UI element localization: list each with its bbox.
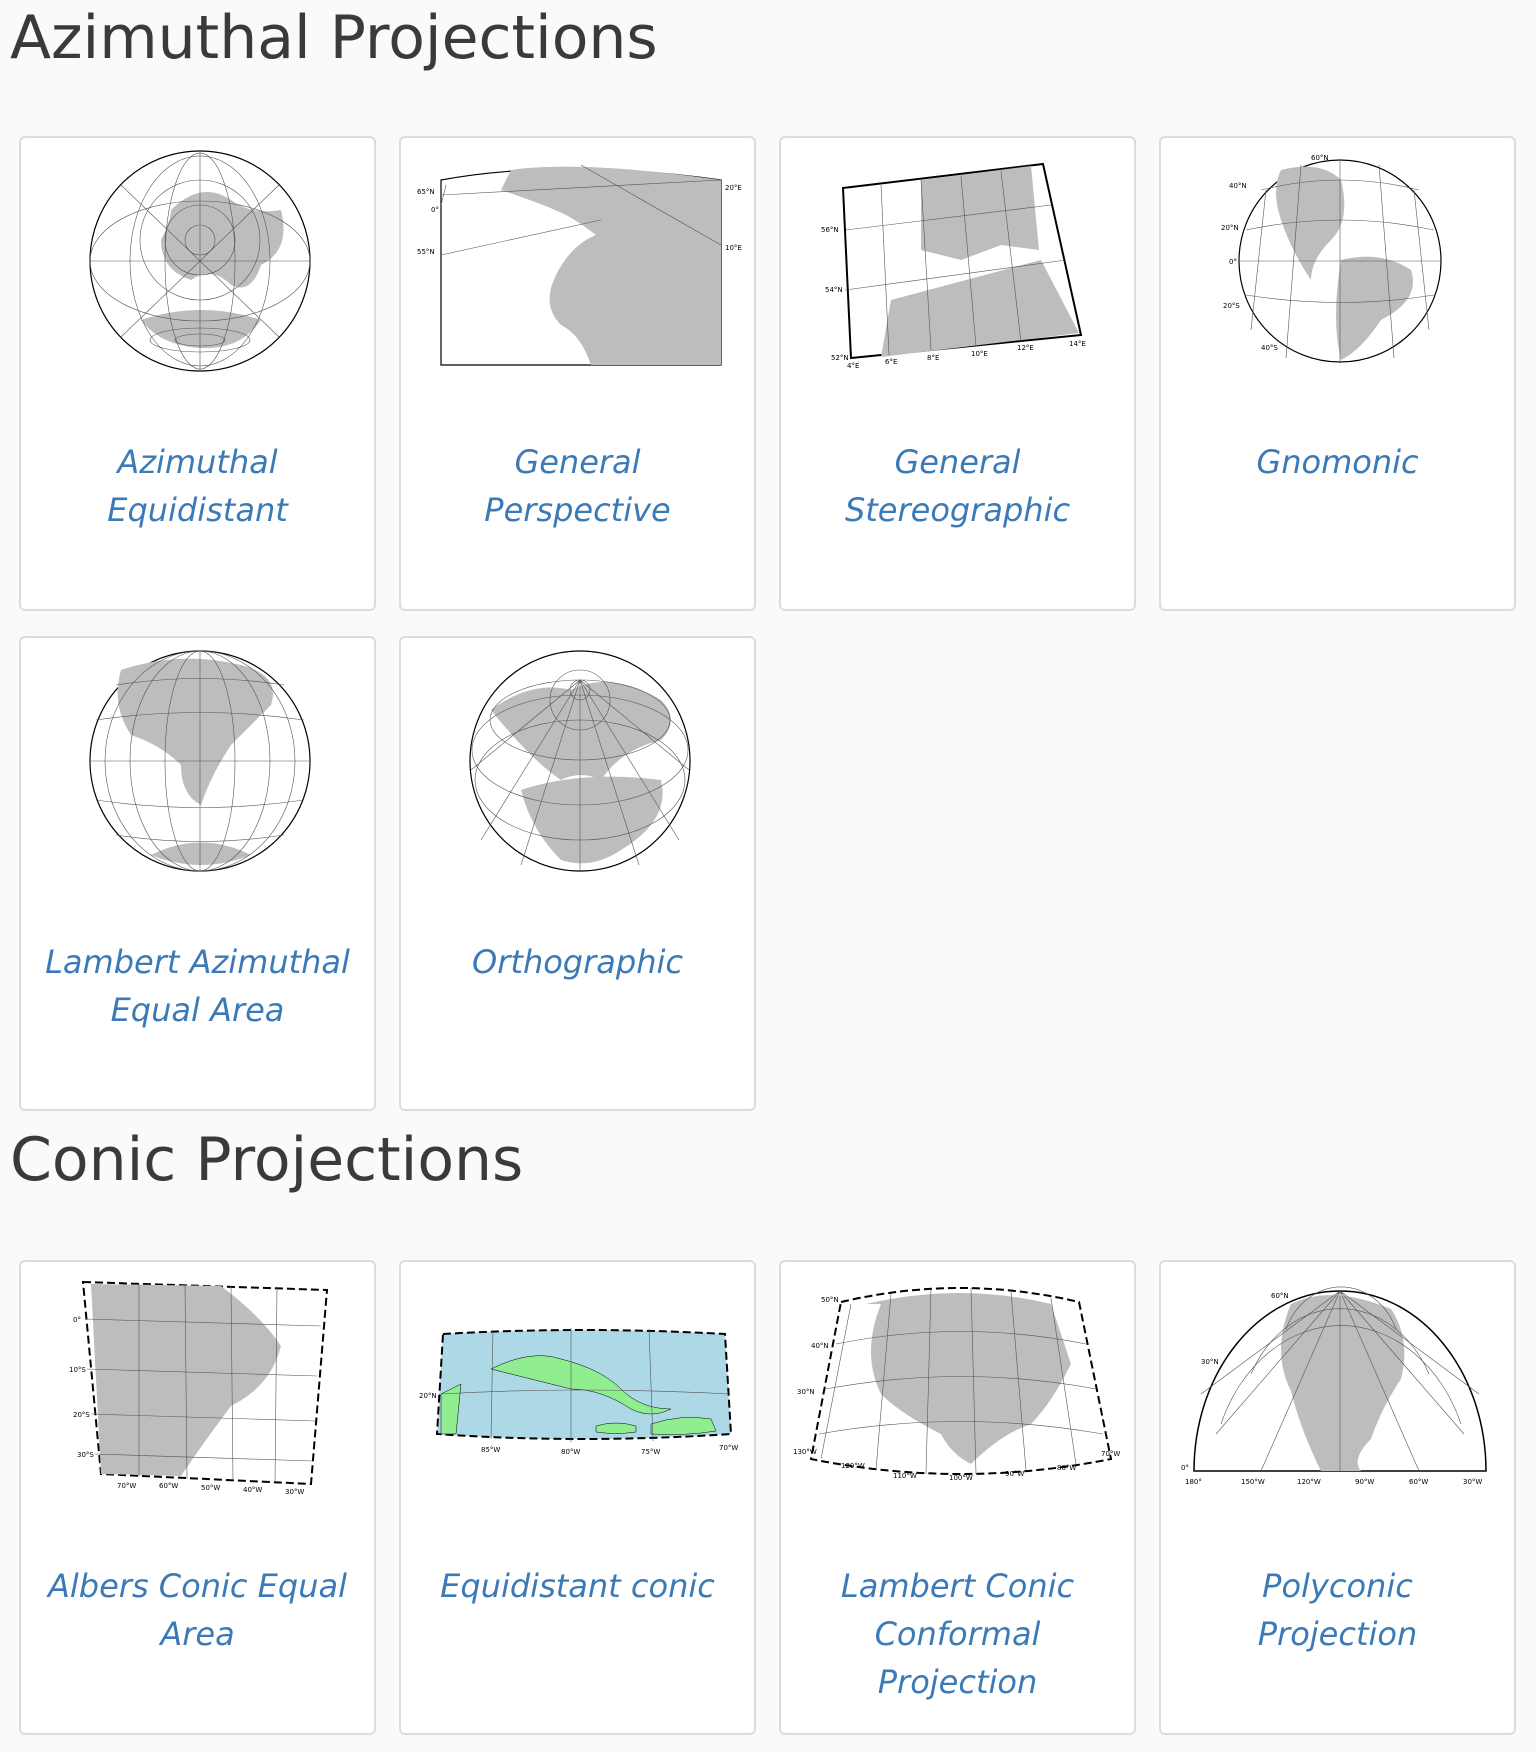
tick-label: 80°W (1057, 1464, 1076, 1472)
card-azimuthal-equidistant[interactable]: Azimuthal Equidistant (19, 136, 376, 611)
card-lambert-azimuthal-equal-area[interactable]: Lambert Azimuthal Equal Area (19, 636, 376, 1111)
tick-label: 10°E (725, 244, 742, 252)
card-label[interactable]: General Perspective (421, 438, 734, 534)
tick-label: 90°W (1355, 1478, 1374, 1486)
card-lambert-conic-conformal[interactable]: 50°N 40°N 30°N 130°W 120°W 110°W 100°W 9… (779, 1260, 1136, 1735)
tick-label: 0° (1229, 258, 1237, 266)
tick-label: 40°N (1229, 182, 1247, 190)
azimuthal-equidistant-thumbnail (89, 150, 311, 372)
tick-label: 56°N (821, 226, 839, 234)
card-label[interactable]: Azimuthal Equidistant (41, 438, 354, 534)
card-orthographic[interactable]: Orthographic (399, 636, 756, 1111)
tick-label: 10°S (69, 1366, 86, 1374)
tick-label: 70°W (719, 1444, 738, 1452)
tick-label: 30°S (77, 1451, 94, 1459)
tick-label: 100°W (949, 1474, 973, 1482)
card-label[interactable]: Gnomonic (1181, 438, 1494, 486)
equidistant-conic-thumbnail: 20°N 85°W 80°W 75°W 70°W (419, 1328, 738, 1456)
tick-label: 20°E (725, 184, 742, 192)
tick-label: 50°N (821, 1296, 839, 1304)
tick-label: 12°E (1017, 344, 1034, 352)
section-title-conic: Conic Projections (10, 1125, 524, 1195)
tick-label: 55°N (417, 248, 435, 256)
tick-label: 120°W (1297, 1478, 1321, 1486)
card-label[interactable]: Lambert Conic Conformal Projection (801, 1562, 1114, 1706)
general-perspective-thumbnail: 65°N 55°N 0° 20°E 10°E (417, 164, 742, 366)
tick-label: 0° (73, 1316, 81, 1324)
tick-label: 80°W (561, 1448, 580, 1456)
tick-label: 110°W (893, 1472, 917, 1480)
tick-label: 50°W (201, 1484, 220, 1492)
tick-label: 30°N (1201, 1358, 1219, 1366)
card-general-perspective[interactable]: 65°N 55°N 0° 20°E 10°E General Perspecti… (399, 136, 756, 611)
card-label[interactable]: Equidistant conic (421, 1562, 734, 1610)
tick-label: 70°W (117, 1482, 136, 1490)
tick-label: 4°E (847, 362, 859, 370)
card-label[interactable]: Albers Conic Equal Area (41, 1562, 354, 1658)
general-stereographic-thumbnail: 56°N 54°N 52°N 4°E 6°E 8°E 10°E 12°E 14°… (821, 162, 1086, 370)
card-label[interactable]: Lambert Azimuthal Equal Area (41, 938, 354, 1034)
tick-label: 54°N (825, 286, 843, 294)
card-label[interactable]: Polyconic Projection (1181, 1562, 1494, 1658)
card-label[interactable]: Orthographic (421, 938, 734, 986)
tick-label: 0° (1181, 1464, 1189, 1472)
tick-label: 20°S (73, 1411, 90, 1419)
tick-label: 20°N (1221, 224, 1239, 232)
card-equidistant-conic[interactable]: 20°N 85°W 80°W 75°W 70°W Equidistant con… (399, 1260, 756, 1735)
lambert-conic-thumbnail: 50°N 40°N 30°N 130°W 120°W 110°W 100°W 9… (793, 1287, 1120, 1482)
tick-label: 60°N (1311, 154, 1329, 162)
tick-label: 0° (431, 206, 439, 214)
albers-conic-thumbnail: 0° 10°S 20°S 30°S 70°W 60°W 50°W 40°W 30… (69, 1280, 329, 1496)
tick-label: 14°E (1069, 340, 1086, 348)
card-general-stereographic[interactable]: 56°N 54°N 52°N 4°E 6°E 8°E 10°E 12°E 14°… (779, 136, 1136, 611)
tick-label: 20°N (419, 1392, 437, 1400)
tick-label: 6°E (885, 358, 897, 366)
tick-label: 120°W (841, 1462, 865, 1470)
tick-label: 65°N (417, 188, 435, 196)
card-label[interactable]: General Stereographic (801, 438, 1114, 534)
tick-label: 70°W (1101, 1450, 1120, 1458)
tick-label: 20°S (1223, 302, 1240, 310)
tick-label: 40°S (1261, 344, 1278, 352)
tick-label: 52°N (831, 354, 849, 362)
polyconic-thumbnail: 60°N 30°N 0° 180° 150°W 120°W 90°W 60°W … (1181, 1286, 1487, 1486)
card-albers-conic-equal-area[interactable]: 0° 10°S 20°S 30°S 70°W 60°W 50°W 40°W 30… (19, 1260, 376, 1735)
lambert-azimuthal-thumbnail (89, 650, 311, 872)
tick-label: 30°W (285, 1488, 304, 1496)
tick-label: 30°W (1463, 1478, 1482, 1486)
tick-label: 90°W (1005, 1470, 1024, 1478)
tick-label: 60°N (1271, 1292, 1289, 1300)
tick-label: 30°N (797, 1388, 815, 1396)
card-polyconic[interactable]: 60°N 30°N 0° 180° 150°W 120°W 90°W 60°W … (1159, 1260, 1516, 1735)
tick-label: 60°W (1409, 1478, 1428, 1486)
tick-label: 40°W (243, 1486, 262, 1494)
tick-label: 75°W (641, 1448, 660, 1456)
tick-label: 8°E (927, 354, 939, 362)
orthographic-thumbnail (469, 650, 691, 872)
tick-label: 150°W (1241, 1478, 1265, 1486)
tick-label: 130°W (793, 1448, 817, 1456)
tick-label: 180° (1185, 1478, 1202, 1486)
card-gnomonic[interactable]: 60°N 40°N 20°N 0° 20°S 40°S Gnomonic (1159, 136, 1516, 611)
tick-label: 40°N (811, 1342, 829, 1350)
tick-label: 60°W (159, 1482, 178, 1490)
tick-label: 10°E (971, 350, 988, 358)
section-title-azimuthal: Azimuthal Projections (10, 3, 658, 73)
tick-label: 85°W (481, 1446, 500, 1454)
gnomonic-thumbnail: 60°N 40°N 20°N 0° 20°S 40°S (1221, 154, 1442, 363)
